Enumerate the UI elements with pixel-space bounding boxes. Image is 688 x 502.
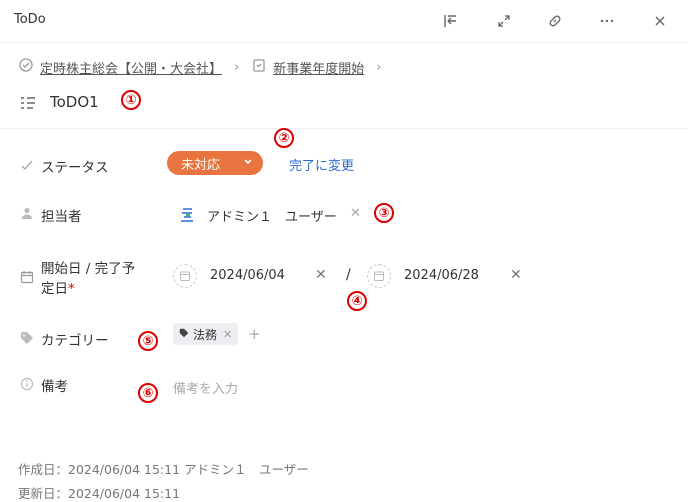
assignee-label: 担当者: [41, 209, 82, 225]
tag-icon: [20, 331, 34, 349]
calendar-icon: [20, 270, 34, 288]
category-tag-label: 法務: [193, 327, 218, 342]
start-date-calendar-icon[interactable]: [173, 264, 197, 288]
more-icon[interactable]: [597, 11, 617, 31]
tag-icon: [179, 327, 189, 341]
annotation-marker-6: ⑥: [138, 383, 158, 403]
dates-label-line2: 定日*: [41, 281, 75, 297]
remove-assignee-icon[interactable]: ✕: [350, 206, 361, 221]
annotation-marker-2: ②: [274, 128, 294, 148]
todo-list-icon: [20, 95, 38, 115]
close-icon[interactable]: [650, 11, 670, 31]
assignee-name[interactable]: アドミン１ ユーザー: [207, 206, 337, 225]
breadcrumb-parent-project[interactable]: 定時株主総会【公開・大会社】: [40, 58, 222, 77]
end-date-value[interactable]: 2024/06/28: [404, 268, 479, 283]
note-label: 備考: [41, 379, 68, 395]
category-tag: 法務 ✕: [173, 323, 239, 345]
clear-end-date-icon[interactable]: ✕: [510, 267, 522, 283]
annotation-marker-1: ①: [121, 90, 141, 110]
annotation-marker-5: ⑤: [138, 331, 158, 351]
expand-icon[interactable]: [494, 11, 514, 31]
info-icon: [20, 377, 34, 395]
date-separator: /: [346, 267, 351, 283]
section-divider: [0, 128, 688, 129]
status-value: 未対応: [181, 157, 221, 173]
breadcrumb: 定時株主総会【公開・大会社】 › 新事業年度開始 ›: [18, 57, 381, 77]
status-dropdown[interactable]: 未対応: [167, 151, 263, 175]
note-input[interactable]: 備考を入力: [173, 378, 238, 397]
chevron-down-icon: [242, 155, 254, 171]
updated-info: 更新日：2024/06/04 15:11: [18, 486, 181, 501]
mark-complete-link[interactable]: 完了に変更: [289, 155, 354, 174]
annotation-marker-3: ③: [374, 203, 394, 223]
avatar: [178, 205, 198, 229]
chevron-right-icon: ›: [234, 59, 240, 75]
panel-header: [0, 0, 688, 43]
collapse-panel-icon[interactable]: [440, 11, 460, 31]
annotation-marker-4: ④: [347, 291, 367, 311]
dates-label-line1: 開始日 / 完了予: [41, 261, 136, 277]
clear-start-date-icon[interactable]: ✕: [315, 267, 327, 283]
breadcrumb-parent-task[interactable]: 新事業年度開始: [273, 58, 364, 77]
created-info: 作成日：2024/06/04 15:11 アドミン１ ユーザー: [18, 462, 309, 477]
dates-label: 開始日 / 完了予 定日*: [41, 259, 135, 299]
start-date-value[interactable]: 2024/06/04: [210, 268, 285, 283]
add-category-button[interactable]: +: [248, 325, 261, 343]
project-icon: [18, 57, 34, 77]
remove-tag-icon[interactable]: ✕: [223, 328, 232, 341]
task-title[interactable]: ToDO1: [50, 93, 99, 111]
end-date-calendar-icon[interactable]: [367, 264, 391, 288]
task-icon: [251, 57, 267, 77]
category-label: カテゴリー: [41, 333, 109, 349]
panel-title: ToDo: [14, 12, 46, 27]
check-icon: [20, 158, 34, 176]
link-icon[interactable]: [545, 11, 565, 31]
person-icon: [20, 206, 34, 224]
chevron-right-icon: ›: [376, 59, 382, 75]
status-label: ステータス: [41, 160, 109, 176]
required-mark: *: [68, 281, 75, 297]
